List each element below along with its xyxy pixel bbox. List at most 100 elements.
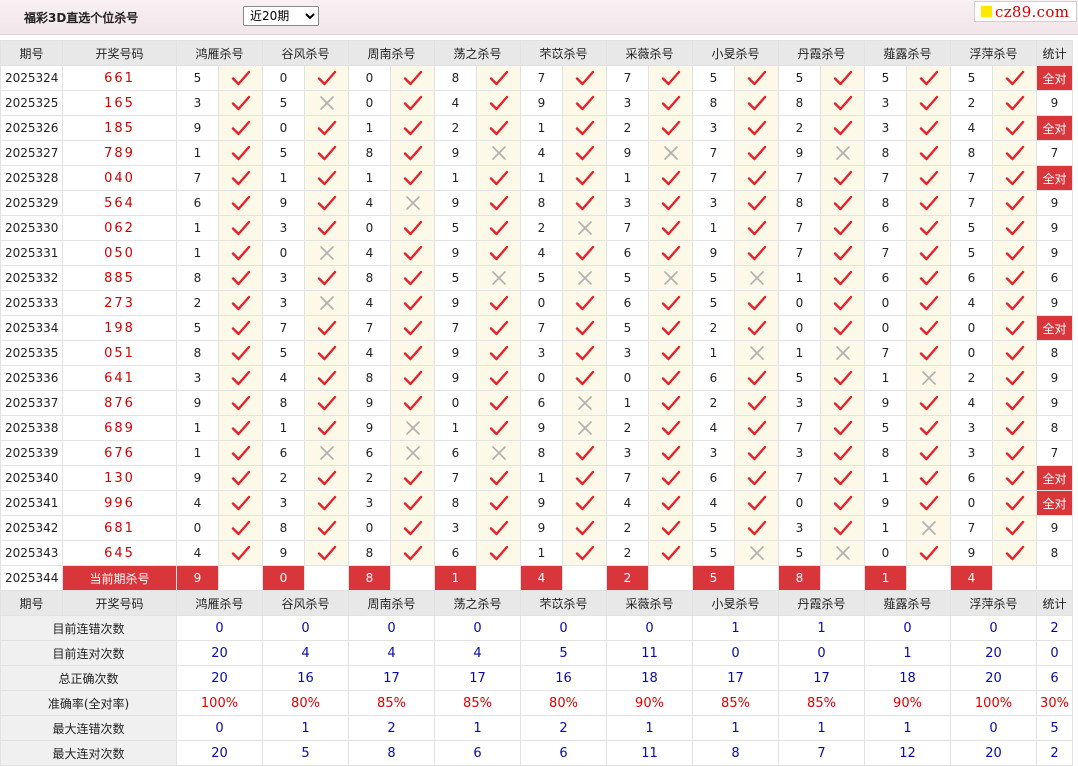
summary-label: 目前连对次数 xyxy=(0,640,177,666)
result-mark xyxy=(476,490,521,516)
kill-number: 5 xyxy=(262,140,305,166)
result-mark xyxy=(476,390,521,416)
check-icon xyxy=(833,470,853,486)
issue-number: 2025342 xyxy=(0,515,63,541)
result-mark xyxy=(992,265,1037,291)
summary-row: 最大连对次数 20 5 8 6 6 11 8 7 12 20 2 xyxy=(0,740,1073,766)
summary-value: 1 xyxy=(778,715,865,741)
column-header-stat: 统计 xyxy=(1036,590,1073,616)
all-correct-badge: 全对 xyxy=(1036,115,1073,141)
result-mark xyxy=(304,465,349,491)
check-icon xyxy=(661,320,681,336)
column-header-expert: 周南杀号 xyxy=(348,40,435,66)
check-icon xyxy=(1005,170,1025,186)
table-row: 2025339 676 1 6 6 6 8 3 3 3 8 3 7 xyxy=(0,440,1073,466)
result-mark xyxy=(820,340,865,366)
check-icon xyxy=(1005,245,1025,261)
check-icon xyxy=(1005,220,1025,236)
row-stat: 9 xyxy=(1036,215,1073,241)
table-row: 2025327 789 1 5 8 9 4 9 7 9 8 8 7 xyxy=(0,140,1073,166)
result-mark xyxy=(476,540,521,566)
draw-number: 645 xyxy=(62,540,177,566)
result-mark xyxy=(734,115,779,141)
kill-number: 0 xyxy=(864,315,907,341)
check-icon xyxy=(489,545,509,561)
kill-number: 1 xyxy=(692,215,735,241)
kill-number: 5 xyxy=(950,240,993,266)
result-mark xyxy=(304,140,349,166)
check-icon xyxy=(317,270,337,286)
kill-number: 2 xyxy=(348,465,391,491)
check-icon xyxy=(231,420,251,436)
summary-value: 80% xyxy=(520,690,607,716)
result-mark xyxy=(390,265,435,291)
result-mark xyxy=(476,415,521,441)
result-mark xyxy=(476,265,521,291)
check-icon xyxy=(1005,295,1025,311)
kill-number: 5 xyxy=(262,340,305,366)
draw-number: 051 xyxy=(62,340,177,366)
result-mark xyxy=(906,290,951,316)
check-icon xyxy=(403,270,423,286)
check-icon xyxy=(231,295,251,311)
kill-number: 6 xyxy=(434,440,477,466)
check-icon xyxy=(833,120,853,136)
result-mark xyxy=(734,165,779,191)
draw-number: 273 xyxy=(62,290,177,316)
check-icon xyxy=(403,370,423,386)
draw-number: 789 xyxy=(62,140,177,166)
check-icon xyxy=(575,245,595,261)
kill-number: 8 xyxy=(864,440,907,466)
result-mark xyxy=(992,90,1037,116)
check-icon xyxy=(575,145,595,161)
kill-number: 2 xyxy=(950,365,993,391)
result-mark xyxy=(648,90,693,116)
site-logo[interactable]: cz89.com xyxy=(974,1,1077,22)
result-mark xyxy=(562,190,607,216)
check-icon xyxy=(833,445,853,461)
result-mark xyxy=(906,365,951,391)
check-icon xyxy=(575,295,595,311)
result-mark xyxy=(648,240,693,266)
result-mark xyxy=(304,540,349,566)
kill-number: 3 xyxy=(520,340,563,366)
result-mark xyxy=(734,390,779,416)
cross-icon xyxy=(919,520,939,536)
cross-icon xyxy=(833,345,853,361)
summary-label: 目前连错次数 xyxy=(0,615,177,641)
result-mark xyxy=(734,290,779,316)
issue-number: 2025330 xyxy=(0,215,63,241)
kill-number: 2 xyxy=(262,465,305,491)
result-mark xyxy=(218,415,263,441)
period-select[interactable]: 近20期 xyxy=(243,6,319,26)
kill-number: 8 xyxy=(434,490,477,516)
check-icon xyxy=(833,520,853,536)
summary-value: 1 xyxy=(606,715,693,741)
table-row: 2025329 564 6 9 4 9 8 3 3 8 8 7 9 xyxy=(0,190,1073,216)
result-mark xyxy=(562,490,607,516)
check-icon xyxy=(747,95,767,111)
issue-number: 2025326 xyxy=(0,115,63,141)
result-mark xyxy=(218,215,263,241)
kill-number: 3 xyxy=(778,440,821,466)
kill-number: 7 xyxy=(864,340,907,366)
kill-number: 8 xyxy=(520,190,563,216)
result-mark xyxy=(734,190,779,216)
result-mark xyxy=(906,390,951,416)
result-mark xyxy=(476,90,521,116)
kill-number: 4 xyxy=(520,140,563,166)
kill-number: 7 xyxy=(864,240,907,266)
summary-value: 5 xyxy=(262,740,349,766)
empty-cell xyxy=(1036,565,1073,591)
check-icon xyxy=(231,495,251,511)
summary-stat: 5 xyxy=(1036,715,1073,741)
summary-value: 0 xyxy=(950,715,1037,741)
check-icon xyxy=(747,445,767,461)
summary-value: 20 xyxy=(950,740,1037,766)
check-icon xyxy=(575,370,595,386)
check-icon xyxy=(489,495,509,511)
kill-number: 9 xyxy=(434,240,477,266)
check-icon xyxy=(489,220,509,236)
result-mark xyxy=(820,90,865,116)
kill-number: 5 xyxy=(692,265,735,291)
